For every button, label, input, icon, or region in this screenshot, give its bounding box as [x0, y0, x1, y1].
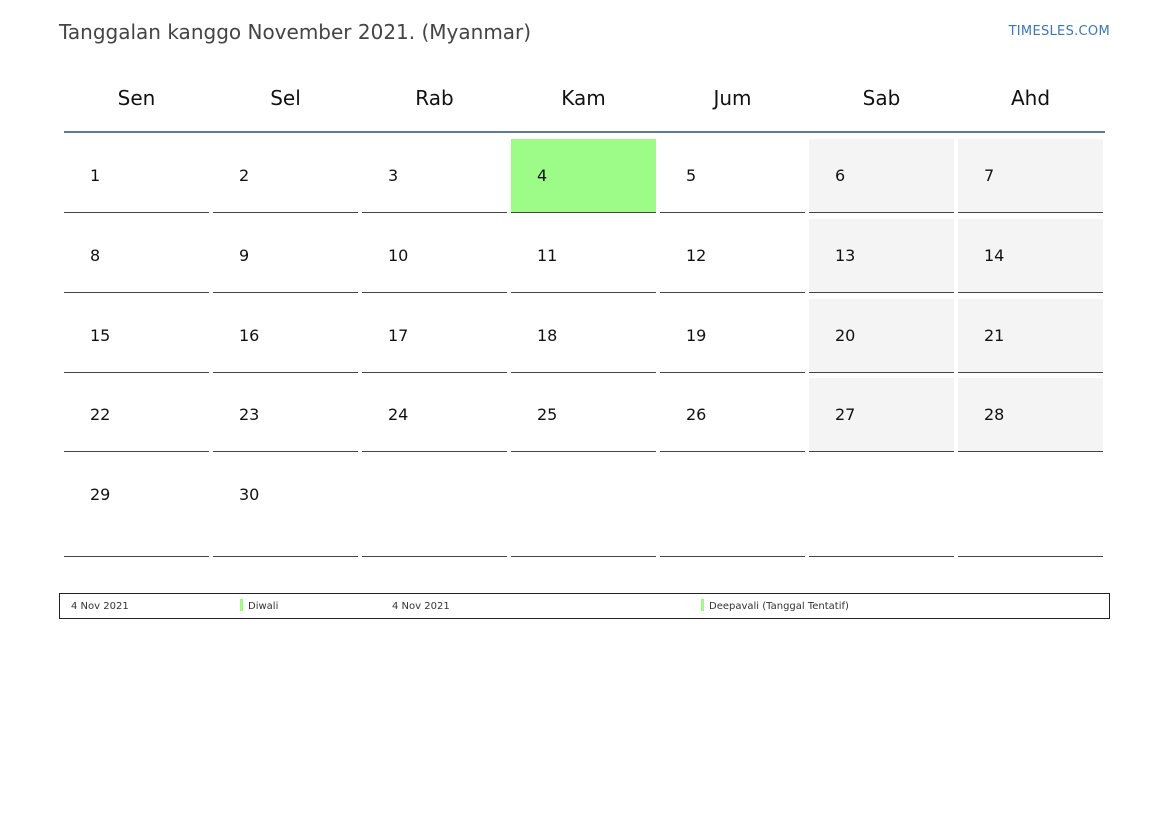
day-number: 15: [90, 326, 111, 345]
calendar-day-empty: [362, 458, 507, 557]
day-number: 30: [239, 485, 260, 504]
day-number: 27: [835, 405, 856, 424]
calendar-day-1[interactable]: 1: [64, 139, 209, 213]
day-number: 22: [90, 405, 111, 424]
calendar-grid: 1 2 3 4 5 6 7 8 9 10 11 12 13 14 15 16 17 18 19 20 21 22 23 24 2…: [64, 139, 1105, 579]
calendar-day-25[interactable]: 25: [511, 378, 656, 452]
calendar-day-empty: [660, 458, 805, 557]
calendar-day-7[interactable]: 7: [958, 139, 1103, 213]
calendar-day-2[interactable]: 2: [213, 139, 358, 213]
day-number: 28: [984, 405, 1005, 424]
calendar-day-14[interactable]: 14: [958, 219, 1103, 293]
weekday-header: Sab: [862, 86, 901, 110]
legend-color-mark: [701, 599, 704, 611]
page-title: Tanggalan kanggo November 2021. (Myanmar…: [59, 20, 532, 44]
calendar-day-18[interactable]: 18: [511, 299, 656, 373]
calendar-day-8[interactable]: 8: [64, 219, 209, 293]
calendar-day-21[interactable]: 21: [958, 299, 1103, 373]
calendar-day-15[interactable]: 15: [64, 299, 209, 373]
calendar-day-29[interactable]: 29: [64, 458, 209, 557]
brand-link[interactable]: TIMESLES.COM: [1009, 24, 1110, 39]
holiday-legend: 4 Nov 2021 Diwali 4 Nov 2021 Deepavali (…: [59, 593, 1110, 619]
header-divider: [64, 131, 1105, 133]
day-number: 2: [239, 166, 250, 185]
calendar-day-27[interactable]: 27: [809, 378, 954, 452]
calendar-day-30[interactable]: 30: [213, 458, 358, 557]
weekday-header: Ahd: [1010, 86, 1051, 110]
calendar-day-12[interactable]: 12: [660, 219, 805, 293]
calendar-day-24[interactable]: 24: [362, 378, 507, 452]
day-number: 9: [239, 246, 250, 265]
calendar-day-3[interactable]: 3: [362, 139, 507, 213]
calendar-day-26[interactable]: 26: [660, 378, 805, 452]
weekday-header: Sel: [270, 86, 301, 110]
calendar-day-9[interactable]: 9: [213, 219, 358, 293]
calendar-day-23[interactable]: 23: [213, 378, 358, 452]
weekday-header: Kam: [561, 86, 606, 110]
day-number: 3: [388, 166, 399, 185]
day-number: 6: [835, 166, 846, 185]
legend-holiday-name: Diwali: [248, 601, 279, 612]
day-number: 18: [537, 326, 558, 345]
calendar-day-13[interactable]: 13: [809, 219, 954, 293]
day-number: 10: [388, 246, 409, 265]
day-number: 24: [388, 405, 409, 424]
calendar-day-6[interactable]: 6: [809, 139, 954, 213]
day-number: 4: [537, 166, 548, 185]
day-number: 14: [984, 246, 1005, 265]
calendar-day-10[interactable]: 10: [362, 219, 507, 293]
day-number: 23: [239, 405, 260, 424]
day-number: 16: [239, 326, 260, 345]
day-number: 11: [537, 246, 558, 265]
day-number: 13: [835, 246, 856, 265]
legend-holiday-name: Deepavali (Tanggal Tentatif): [709, 601, 849, 612]
day-number: 7: [984, 166, 995, 185]
day-number: 19: [686, 326, 707, 345]
weekday-header: Jum: [713, 86, 752, 110]
calendar-day-17[interactable]: 17: [362, 299, 507, 373]
weekday-header-row: Sen Sel Rab Kam Jum Sab Ahd: [64, 64, 1105, 132]
calendar-day-28[interactable]: 28: [958, 378, 1103, 452]
day-number: 12: [686, 246, 707, 265]
legend-date: 4 Nov 2021: [392, 601, 450, 612]
calendar-day-16[interactable]: 16: [213, 299, 358, 373]
legend-color-mark: [240, 599, 243, 611]
day-number: 29: [90, 485, 111, 504]
day-number: 8: [90, 246, 101, 265]
calendar-day-4[interactable]: 4: [511, 139, 656, 213]
legend-date: 4 Nov 2021: [71, 601, 129, 612]
day-number: 5: [686, 166, 697, 185]
calendar-day-empty: [958, 458, 1103, 557]
weekday-header: Sen: [117, 86, 156, 110]
calendar-day-11[interactable]: 11: [511, 219, 656, 293]
calendar-day-5[interactable]: 5: [660, 139, 805, 213]
calendar-day-22[interactable]: 22: [64, 378, 209, 452]
day-number: 1: [90, 166, 101, 185]
day-number: 21: [984, 326, 1005, 345]
calendar-day-empty: [511, 458, 656, 557]
calendar-day-20[interactable]: 20: [809, 299, 954, 373]
day-number: 17: [388, 326, 409, 345]
calendar-day-19[interactable]: 19: [660, 299, 805, 373]
day-number: 26: [686, 405, 707, 424]
weekday-header: Rab: [415, 86, 454, 110]
calendar-day-empty: [809, 458, 954, 557]
day-number: 20: [835, 326, 856, 345]
day-number: 25: [537, 405, 558, 424]
